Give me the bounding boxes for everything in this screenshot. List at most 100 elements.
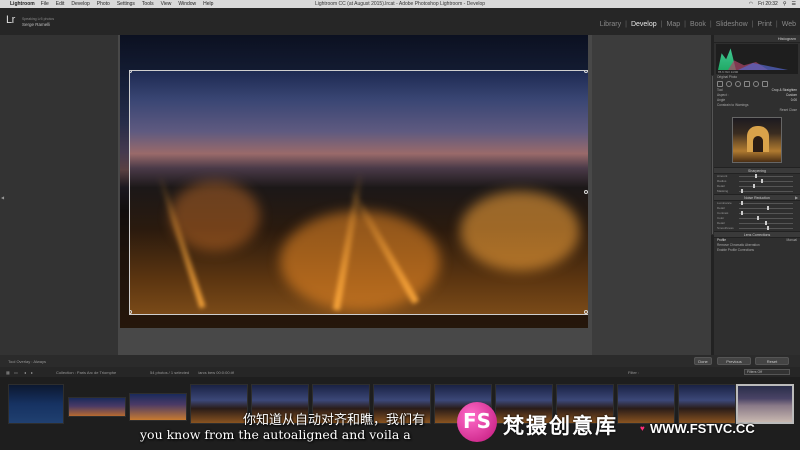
crop-handle[interactable] (584, 190, 588, 194)
menu-edit[interactable]: Edit (56, 1, 65, 7)
menu-app-name[interactable]: Lightroom (10, 1, 35, 7)
module-library[interactable]: Library (600, 21, 621, 28)
slider-label: Contrast (717, 211, 729, 215)
right-panel: Histogram f/5.6 ISO 1/200 Original Photo… (714, 35, 800, 355)
slider-knob[interactable] (767, 226, 769, 230)
filmstrip-thumbnail[interactable] (678, 384, 736, 424)
crop-handle[interactable] (584, 310, 588, 314)
slider-knob[interactable] (755, 174, 757, 178)
right-panel-toggle-icon[interactable]: ▶ (795, 195, 798, 200)
slider-label: Detail (717, 221, 725, 225)
menu-photo[interactable]: Photo (97, 1, 110, 7)
crop-reset-button[interactable]: Reset (780, 108, 788, 112)
tool-strip (714, 80, 800, 88)
previous-button[interactable]: Previous (717, 357, 751, 365)
tab-manual[interactable]: Manual (787, 238, 797, 243)
filmstrip-thumbnail[interactable] (68, 397, 126, 417)
slider-knob[interactable] (741, 189, 743, 193)
module-separator: | (660, 21, 663, 28)
module-separator: | (625, 21, 627, 28)
current-filename[interactable]: /arcs bew 00:0:00.tif (198, 370, 234, 375)
constrain-label: Constrain to Warnings (717, 103, 749, 107)
menu-window[interactable]: Window (178, 1, 196, 7)
forward-arrow-icon[interactable]: ▸ (31, 370, 33, 375)
filmstrip-thumbnail[interactable] (617, 384, 675, 424)
histogram-header[interactable]: Histogram (714, 35, 800, 43)
spot-removal-icon[interactable] (726, 81, 732, 87)
crop-tool-icon[interactable] (717, 81, 723, 87)
module-book[interactable]: Book (690, 21, 706, 28)
red-eye-icon[interactable] (735, 81, 741, 87)
filmstrip-thumbnail[interactable] (129, 393, 187, 421)
filter-select[interactable]: Filters Off (744, 369, 790, 375)
module-slideshow[interactable]: Slideshow (716, 21, 748, 28)
module-web[interactable]: Web (782, 21, 796, 28)
clock[interactable]: Fri 20:32 (758, 1, 778, 7)
navigator-thumbnail[interactable] (732, 117, 782, 163)
noise-reduction-header[interactable]: Noise Reduction (714, 194, 800, 201)
develop-toolbar: Tool Overlay : Always Done Previous Rese… (0, 355, 800, 367)
wifi-icon[interactable]: ◠ (749, 1, 753, 7)
back-arrow-icon[interactable]: ◂ (24, 370, 26, 375)
tool-overlay-value[interactable]: Always (33, 359, 46, 364)
menu-tools[interactable]: Tools (142, 1, 154, 7)
menu-list-icon[interactable]: ☰ (792, 1, 796, 7)
graduated-filter-icon[interactable] (744, 81, 750, 87)
module-picker: Library | Develop | Map | Book | Slidesh… (600, 21, 796, 28)
secondary-display-icon[interactable]: ▭ (14, 370, 18, 375)
module-develop[interactable]: Develop (631, 21, 657, 28)
menu-view[interactable]: View (161, 1, 172, 7)
collection-source[interactable]: Collection : Paris Arc de Triomphe (56, 370, 116, 375)
lens-corrections-header[interactable]: Lens Corrections (714, 231, 800, 238)
left-panel-toggle-icon[interactable]: ◀ (1, 195, 4, 200)
module-separator: | (684, 21, 686, 28)
heart-icon: ♥ (640, 424, 645, 433)
crop-handle[interactable] (130, 310, 132, 314)
filmstrip-thumbnail[interactable] (8, 384, 64, 424)
identity-line-1: Speaking Lr5 photos (22, 17, 55, 21)
radial-filter-icon[interactable] (753, 81, 759, 87)
crop-handle[interactable] (584, 71, 588, 73)
photo-preview[interactable] (120, 35, 588, 328)
slider-knob[interactable] (761, 179, 763, 183)
done-button[interactable]: Done (694, 357, 712, 365)
masking-slider[interactable]: Masking (717, 189, 797, 194)
subtitle-chinese: 你知道从自动对齐和瞧，我们有 (243, 413, 426, 428)
angle-value[interactable]: 0.00 (791, 98, 797, 103)
slider-label: Smoothness (717, 226, 734, 230)
watermark-url: WWW.FSTVC.CC (650, 421, 755, 436)
histogram-values: f/5.6 ISO 1/200 (718, 70, 739, 74)
slider-knob[interactable] (767, 206, 769, 210)
watermark-name: 梵摄创意库 (503, 414, 618, 438)
module-map[interactable]: Map (666, 21, 680, 28)
search-icon[interactable]: ⚲ (783, 1, 787, 7)
menu-help[interactable]: Help (203, 1, 213, 7)
enable-profile-row[interactable]: Enable Profile Corrections (714, 248, 800, 253)
mac-menubar: Lightroom File Edit Develop Photo Settin… (0, 0, 800, 8)
crop-close-button[interactable]: Close (789, 108, 797, 112)
filmstrip-thumbnail[interactable] (190, 384, 248, 424)
tool-overlay[interactable]: Tool Overlay : Always (8, 359, 46, 364)
adjustment-brush-icon[interactable] (762, 81, 768, 87)
crop-handle[interactable] (130, 71, 132, 73)
slider-knob[interactable] (753, 184, 755, 188)
menu-develop[interactable]: Develop (71, 1, 89, 7)
watermark-logo: FS (457, 402, 497, 442)
reset-button[interactable]: Reset (755, 357, 789, 365)
slider-knob[interactable] (765, 221, 767, 225)
grid-icon[interactable]: ▦ (6, 370, 10, 375)
slider-label: Radius (717, 179, 727, 183)
enable-profile-checkbox-label: Enable Profile Corrections (717, 248, 755, 252)
sharpening-header[interactable]: Sharpening (714, 167, 800, 174)
arc-de-triomphe-thumb (747, 126, 769, 152)
filmstrip-thumbnail-selected[interactable] (736, 384, 794, 424)
smoothness-slider[interactable]: Smoothness (717, 226, 797, 231)
filter-label: Filter : (628, 370, 640, 375)
menu-settings[interactable]: Settings (117, 1, 135, 7)
module-print[interactable]: Print (757, 21, 771, 28)
slider-knob[interactable] (757, 216, 759, 220)
slider-knob[interactable] (741, 211, 743, 215)
slider-knob[interactable] (741, 201, 743, 205)
crop-rectangle[interactable] (129, 70, 588, 315)
menu-file[interactable]: File (41, 1, 49, 7)
